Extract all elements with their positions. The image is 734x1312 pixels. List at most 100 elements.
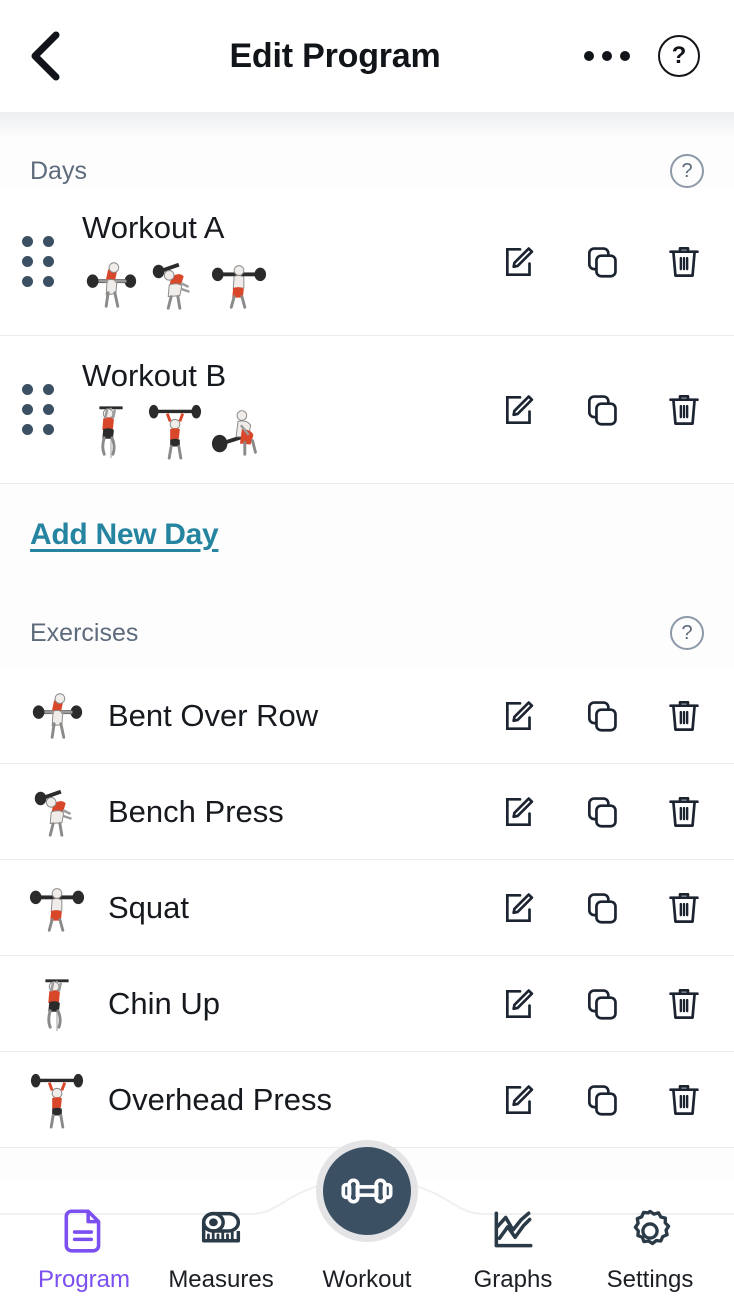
drag-handle[interactable] bbox=[22, 236, 64, 287]
exercise-name: Squat bbox=[108, 889, 190, 925]
edit-icon bbox=[505, 892, 534, 922]
days-section-title: Days bbox=[30, 156, 87, 185]
day-row[interactable]: Workout B bbox=[0, 336, 734, 484]
day-main: Workout B bbox=[70, 358, 500, 462]
copy-icon bbox=[587, 246, 617, 278]
delete-exercise-button[interactable] bbox=[664, 982, 704, 1026]
copy-exercise-button[interactable] bbox=[582, 982, 622, 1026]
handle-dot bbox=[43, 276, 54, 287]
delete-day-button[interactable] bbox=[664, 240, 704, 284]
trash-icon bbox=[669, 796, 699, 827]
app-header: Edit Program ? bbox=[0, 0, 734, 112]
nav-label-measures: Measures bbox=[168, 1266, 274, 1293]
day-row[interactable]: Workout A bbox=[0, 188, 734, 336]
edit-icon bbox=[505, 988, 534, 1018]
day-title: Workout A bbox=[82, 209, 225, 245]
day-thumbnail-strip bbox=[82, 252, 500, 314]
trash-icon bbox=[669, 246, 699, 277]
chevron-left-icon bbox=[31, 31, 60, 81]
copy-day-button[interactable] bbox=[582, 240, 622, 284]
nav-tab-graphs[interactable]: Graphs bbox=[447, 1205, 579, 1294]
add-new-day-link[interactable]: Add New Day bbox=[30, 518, 219, 552]
exercise-row[interactable]: Overhead Press bbox=[0, 1052, 734, 1148]
days-help-icon[interactable]: ? bbox=[670, 154, 704, 188]
handle-dot bbox=[22, 404, 33, 415]
nav-tab-settings[interactable]: Settings bbox=[584, 1205, 716, 1294]
bench-press-thumb bbox=[34, 789, 72, 837]
delete-exercise-button[interactable] bbox=[664, 790, 704, 834]
more-options-icon[interactable] bbox=[580, 41, 634, 71]
help-circle-icon[interactable]: ? bbox=[658, 35, 700, 77]
edit-exercise-button[interactable] bbox=[500, 790, 540, 834]
exercise-row[interactable]: Chin Up bbox=[0, 956, 734, 1052]
edit-exercise-button[interactable] bbox=[500, 982, 540, 1026]
app-screen: Edit Program ? Days ? Workout A Workout … bbox=[0, 0, 734, 1312]
delete-day-button[interactable] bbox=[664, 388, 704, 432]
exercises-section-title: Exercises bbox=[30, 618, 139, 647]
exercise-thumbnail bbox=[26, 1064, 88, 1136]
trash-icon bbox=[669, 892, 699, 923]
overhead-press-thumb bbox=[30, 1073, 84, 1129]
drag-handle[interactable] bbox=[22, 384, 64, 435]
edit-exercise-button[interactable] bbox=[500, 886, 540, 930]
edit-icon bbox=[505, 394, 534, 424]
squat-thumb bbox=[211, 264, 267, 309]
exercise-row-actions bbox=[500, 886, 704, 930]
exercise-row[interactable]: Bent Over Row bbox=[0, 668, 734, 764]
handle-dot bbox=[22, 276, 33, 287]
edit-day-button[interactable] bbox=[500, 388, 540, 432]
squat-thumb bbox=[29, 887, 85, 932]
exercises-help-label: ? bbox=[681, 621, 693, 644]
delete-exercise-button[interactable] bbox=[664, 886, 704, 930]
copy-exercise-button[interactable] bbox=[582, 790, 622, 834]
delete-exercise-button[interactable] bbox=[664, 1078, 704, 1122]
nav-icon-wrap bbox=[195, 1205, 247, 1257]
exercise-row-actions bbox=[500, 982, 704, 1026]
gear-icon bbox=[633, 1209, 671, 1246]
chin-up-thumb bbox=[99, 405, 123, 458]
nav-label-program: Program bbox=[37, 1266, 131, 1293]
copy-exercise-button[interactable] bbox=[582, 886, 622, 930]
edit-icon bbox=[505, 1084, 534, 1114]
edit-icon bbox=[505, 796, 534, 826]
handle-dot bbox=[43, 384, 54, 395]
handle-dot bbox=[43, 424, 54, 435]
nav-icon-wrap bbox=[625, 1205, 675, 1257]
nav-items: Program Measures Workout Graphs Settings bbox=[0, 1140, 734, 1312]
dot bbox=[602, 51, 612, 61]
line-chart-icon bbox=[494, 1211, 533, 1248]
edit-exercise-button[interactable] bbox=[500, 694, 540, 738]
copy-day-button[interactable] bbox=[582, 388, 622, 432]
page-title: Edit Program bbox=[229, 36, 441, 75]
copy-icon bbox=[587, 988, 617, 1020]
delete-exercise-button[interactable] bbox=[664, 694, 704, 738]
day-main: Workout A bbox=[70, 210, 500, 314]
days-help-label: ? bbox=[681, 159, 693, 182]
exercise-row[interactable]: Bench Press bbox=[0, 764, 734, 860]
bent-over-row-thumb bbox=[211, 409, 257, 456]
dot bbox=[620, 51, 630, 61]
exercises-help-icon[interactable]: ? bbox=[670, 616, 704, 650]
edit-icon bbox=[505, 700, 534, 730]
trash-icon bbox=[669, 1084, 699, 1115]
scroll-content[interactable]: Days ? Workout A Workout B Add New Day E… bbox=[0, 112, 734, 1180]
nav-tab-program[interactable]: Program bbox=[18, 1205, 150, 1294]
workout-fab[interactable] bbox=[316, 1140, 418, 1242]
bent-over-row-thumb bbox=[86, 261, 137, 308]
exercise-row[interactable]: Squat bbox=[0, 860, 734, 956]
trash-icon bbox=[669, 700, 699, 731]
handle-dot bbox=[22, 256, 33, 267]
nav-tab-workout[interactable]: Workout bbox=[292, 1140, 442, 1294]
day-title: Workout B bbox=[82, 357, 227, 393]
copy-exercise-button[interactable] bbox=[582, 1078, 622, 1122]
copy-exercise-button[interactable] bbox=[582, 694, 622, 738]
header-actions: ? bbox=[580, 35, 734, 77]
copy-icon bbox=[587, 1084, 617, 1116]
exercise-name: Bent Over Row bbox=[108, 697, 319, 733]
tape-measure-icon bbox=[201, 1211, 241, 1243]
edit-day-button[interactable] bbox=[500, 240, 540, 284]
nav-tab-measures[interactable]: Measures bbox=[155, 1205, 287, 1294]
back-button[interactable] bbox=[0, 0, 90, 112]
add-new-day-wrap: Add New Day bbox=[0, 484, 734, 552]
edit-exercise-button[interactable] bbox=[500, 1078, 540, 1122]
